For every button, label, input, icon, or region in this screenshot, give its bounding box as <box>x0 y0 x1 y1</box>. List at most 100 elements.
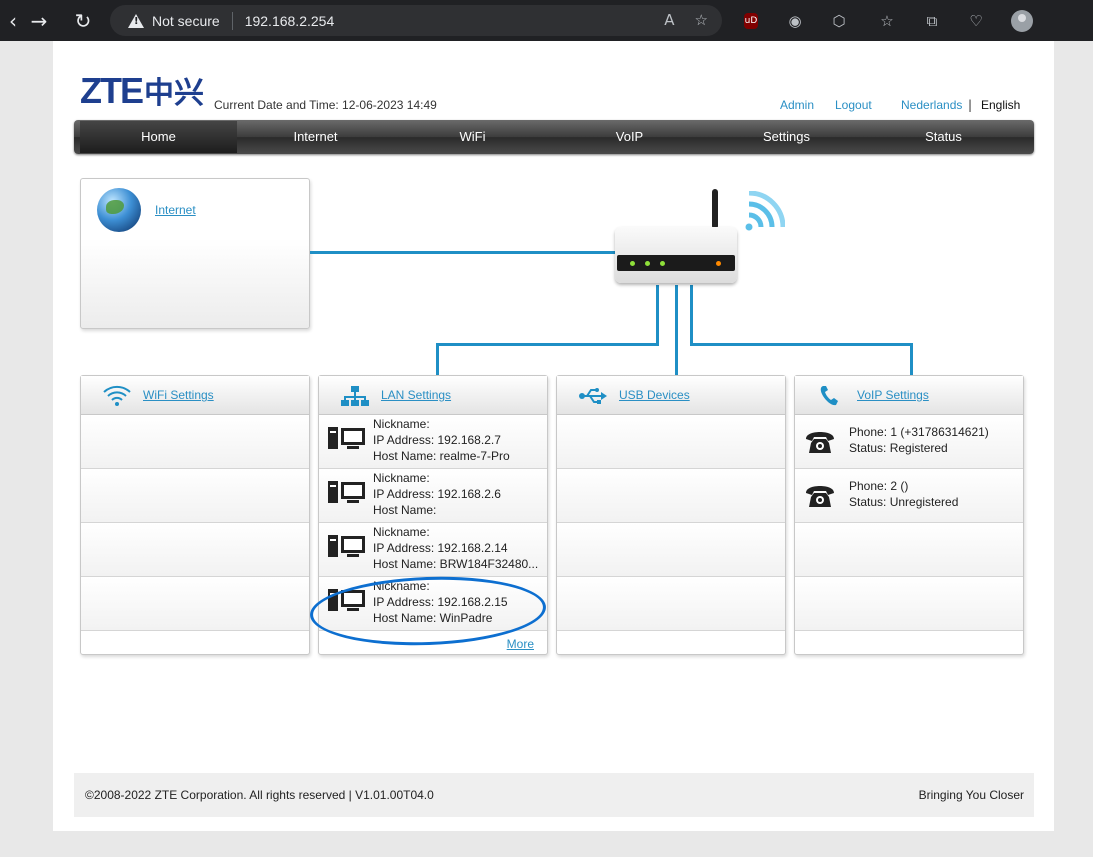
language-nederlands-link[interactable]: Nederlands <box>901 98 962 112</box>
phone-handset-icon <box>820 386 838 406</box>
menu-settings[interactable]: Settings <box>708 121 865 153</box>
ublock-extension-icon[interactable]: uD <box>744 13 758 29</box>
device-nickname: Nickname: <box>373 417 430 431</box>
favorites-icon[interactable]: ☆ <box>876 10 898 32</box>
device-nickname: Nickname: <box>373 471 430 485</box>
read-aloud-icon[interactable]: A <box>664 11 674 29</box>
wifi-settings-link[interactable]: WiFi Settings <box>143 388 214 402</box>
wifi-card-header: WiFi Settings <box>81 376 309 415</box>
list-item <box>81 577 309 631</box>
current-datetime: Current Date and Time: 12-06-2023 14:49 <box>214 98 437 112</box>
internet-link[interactable]: Internet <box>155 203 196 217</box>
menu-status[interactable]: Status <box>865 121 1022 153</box>
voip-phone-row[interactable]: Phone: 2 () Status: Unregistered <box>795 469 1023 523</box>
usb-card: USB Devices <box>556 375 786 655</box>
router-front-panel <box>617 255 735 271</box>
router-body <box>615 227 737 283</box>
router-led <box>716 261 721 266</box>
globe-icon <box>97 188 141 232</box>
router-antenna <box>712 189 718 229</box>
security-label[interactable]: Not secure <box>152 13 220 29</box>
extension-icon[interactable]: ◉ <box>784 10 806 32</box>
router-led <box>645 261 650 266</box>
address-separator <box>231 11 233 30</box>
voip-line-horizontal <box>690 343 912 346</box>
list-item <box>557 523 785 577</box>
list-item <box>557 469 785 523</box>
list-item <box>557 415 785 469</box>
admin-link[interactable]: Admin <box>780 98 814 112</box>
list-item <box>81 469 309 523</box>
device-ip: IP Address: 192.168.2.14 <box>373 541 508 555</box>
slogan-text: Bringing You Closer <box>918 788 1024 802</box>
browser-toolbar: ‹ → ↻ Not secure 192.168.2.254 A ☆ uD ◉ … <box>0 0 1093 41</box>
router-image <box>615 189 737 289</box>
lan-line-vertical <box>656 285 659 345</box>
router-page: ZTE中兴 Current Date and Time: 12-06-2023 … <box>53 41 1054 831</box>
device-host: Host Name: realme-7-Pro <box>373 449 510 463</box>
reload-icon[interactable]: ↻ <box>70 8 96 34</box>
address-bar[interactable]: Not secure 192.168.2.254 A ☆ <box>110 5 722 36</box>
voip-phone-row[interactable]: Phone: 1 (+31786314621) Status: Register… <box>795 415 1023 469</box>
voip-card-header: VoIP Settings <box>795 376 1023 415</box>
profile-avatar[interactable] <box>1011 10 1033 32</box>
forward-icon[interactable]: → <box>26 8 52 34</box>
usb-card-header: USB Devices <box>557 376 785 415</box>
lan-line-drop <box>436 343 439 376</box>
lan-settings-link[interactable]: LAN Settings <box>381 388 451 402</box>
back-icon[interactable]: ‹ <box>0 8 26 34</box>
collections-icon[interactable]: ⧉ <box>921 10 943 32</box>
page-footer: ©2008-2022 ZTE Corporation. All rights r… <box>74 773 1034 817</box>
menu-wifi[interactable]: WiFi <box>394 121 551 153</box>
router-led <box>660 261 665 266</box>
usb-icon <box>579 388 607 404</box>
logo-latin: ZTE <box>80 70 144 111</box>
copyright-text: ©2008-2022 ZTE Corporation. All rights r… <box>85 788 434 802</box>
telephone-icon <box>806 486 834 507</box>
page-gutter <box>1075 41 1093 857</box>
usb-line <box>675 285 678 376</box>
main-menu: Home Internet WiFi VoIP Settings Status <box>74 120 1034 154</box>
lan-device-row[interactable]: Nickname: IP Address: 192.168.2.7 Host N… <box>319 415 547 469</box>
computer-icon <box>328 481 366 507</box>
lan-device-row[interactable]: Nickname: IP Address: 192.168.2.14 Host … <box>319 523 547 577</box>
performance-icon[interactable]: ♡ <box>965 10 987 32</box>
lan-device-row[interactable]: Nickname: IP Address: 192.168.2.6 Host N… <box>319 469 547 523</box>
list-item <box>557 577 785 631</box>
internet-box: Internet <box>80 178 310 329</box>
menu-internet[interactable]: Internet <box>237 121 394 153</box>
menu-voip[interactable]: VoIP <box>551 121 708 153</box>
network-icon <box>341 386 369 406</box>
device-ip: IP Address: 192.168.2.6 <box>373 487 501 501</box>
device-host: Host Name: <box>373 503 437 517</box>
device-ip: IP Address: 192.168.2.7 <box>373 433 501 447</box>
extensions-puzzle-icon[interactable]: ⬡ <box>828 10 850 32</box>
phone-status: Status: Unregistered <box>849 495 959 509</box>
warning-icon[interactable] <box>128 13 144 28</box>
wifi-card: WiFi Settings <box>80 375 310 655</box>
phone-number: Phone: 2 () <box>849 479 909 493</box>
voip-line-vertical <box>690 285 693 345</box>
telephone-icon <box>806 432 834 453</box>
usb-devices-link[interactable]: USB Devices <box>619 388 690 402</box>
wifi-signal-icon <box>745 191 785 231</box>
url-text[interactable]: 192.168.2.254 <box>245 13 335 29</box>
lan-line-horizontal <box>436 343 659 346</box>
logo-chinese: 中兴 <box>144 77 204 110</box>
logout-link[interactable]: Logout <box>835 98 872 112</box>
router-led <box>630 261 635 266</box>
list-item <box>795 523 1023 577</box>
device-nickname: Nickname: <box>373 525 430 539</box>
zte-logo: ZTE中兴 <box>80 73 204 112</box>
phone-number: Phone: 1 (+31786314621) <box>849 425 989 439</box>
internet-connection-line <box>310 251 616 254</box>
more-link[interactable]: More <box>507 637 534 651</box>
list-item <box>795 577 1023 631</box>
favorite-star-icon[interactable]: ☆ <box>695 11 708 29</box>
voip-settings-link[interactable]: VoIP Settings <box>857 388 929 402</box>
list-item <box>81 523 309 577</box>
menu-home[interactable]: Home <box>80 121 237 153</box>
list-item <box>81 415 309 469</box>
language-english[interactable]: English <box>981 98 1020 112</box>
voip-line-drop <box>910 343 913 376</box>
